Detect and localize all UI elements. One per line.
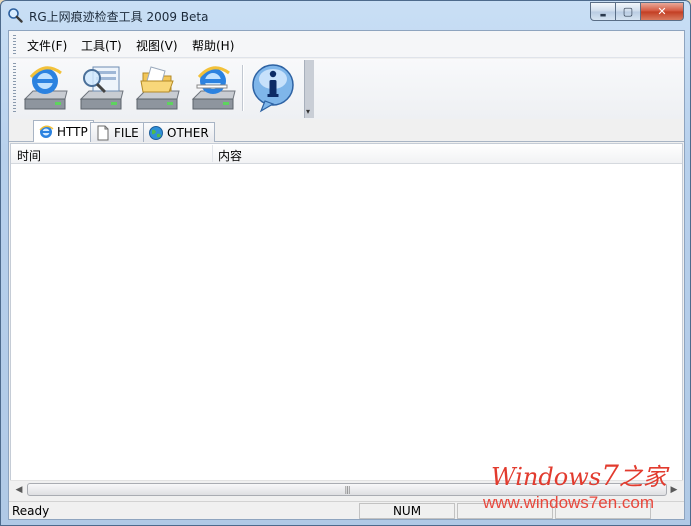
status-bar: Ready NUM [9, 501, 684, 519]
tab-file[interactable]: FILE [90, 122, 145, 142]
toolbar-folder-button[interactable] [131, 61, 183, 115]
menu-file[interactable]: 文件(F) [27, 37, 67, 54]
folder-drive-icon [135, 66, 180, 110]
toolbar-separator [242, 65, 243, 111]
tab-strip: HTTP FILE OTHER [9, 120, 684, 142]
num-lock-indicator: NUM [392, 504, 422, 518]
maximize-button[interactable]: ▢ [616, 2, 641, 21]
horizontal-scrollbar[interactable]: ◀ ||| ▶ [10, 480, 683, 497]
status-pane-empty [457, 503, 553, 519]
list-header: 时间 内容 [11, 144, 682, 164]
toolbar-overflow-button[interactable]: ▾ [304, 60, 314, 118]
menu-tools[interactable]: 工具(T) [81, 37, 122, 54]
status-text: Ready [12, 504, 50, 518]
chevron-down-icon: ▾ [306, 107, 311, 116]
menu-help[interactable]: 帮助(H) [192, 37, 234, 54]
scroll-right-button[interactable]: ▶ [666, 483, 682, 496]
globe-icon [149, 125, 163, 140]
results-list[interactable]: 时间 内容 [10, 143, 683, 497]
scroll-thumb[interactable]: ||| [27, 483, 667, 496]
magnifier-app-icon[interactable] [7, 7, 23, 23]
tab-other[interactable]: OTHER [143, 122, 215, 142]
menu-bar: 文件(F) 工具(T) 视图(V) 帮助(H) [9, 31, 684, 58]
toolbar-http-scan-button[interactable] [19, 61, 71, 115]
app-window: RG上网痕迹检查工具 2009 Beta ▬ ▢ ✕ 文件(F) 工具(T) 视… [0, 0, 691, 526]
close-icon: ✕ [657, 5, 667, 18]
grip-icon: ||| [344, 485, 350, 494]
status-num-pane: NUM [359, 503, 455, 519]
toolbar-grip[interactable] [13, 63, 16, 113]
window-controls: ▬ ▢ ✕ [590, 2, 684, 21]
toolbar: ▾ [9, 59, 684, 119]
close-button[interactable]: ✕ [641, 2, 684, 21]
tab-file-label: FILE [114, 125, 139, 140]
arrow-right-icon: ▶ [670, 484, 678, 495]
tab-http-label: HTTP [57, 124, 88, 139]
minimize-button[interactable]: ▬ [590, 2, 616, 21]
menu-grip[interactable] [13, 35, 16, 54]
toolbar-search-button[interactable] [75, 61, 127, 115]
toolbar-cleanup-button[interactable] [187, 61, 239, 115]
minimize-icon: ▬ [599, 10, 607, 19]
status-pane-empty-2 [555, 503, 651, 519]
arrow-left-icon: ◀ [15, 484, 23, 495]
ie-cleanup-drive-icon [191, 66, 236, 110]
column-divider[interactable] [212, 145, 213, 162]
window-title: RG上网痕迹检查工具 2009 Beta [29, 10, 209, 24]
info-icon [252, 64, 294, 113]
ie-drive-icon [23, 66, 68, 110]
scroll-left-button[interactable]: ◀ [11, 483, 27, 496]
menu-view[interactable]: 视图(V) [136, 37, 178, 54]
toolbar-about-button[interactable] [247, 61, 299, 115]
maximize-icon: ▢ [622, 5, 634, 18]
ie-icon [39, 125, 54, 138]
tab-http[interactable]: HTTP [33, 120, 94, 142]
column-header-content[interactable]: 内容 [218, 147, 242, 164]
search-drive-icon [79, 66, 124, 110]
column-header-time[interactable]: 时间 [17, 147, 41, 164]
title-bar[interactable]: RG上网痕迹检查工具 2009 Beta ▬ ▢ ✕ [1, 1, 690, 29]
client-area: 文件(F) 工具(T) 视图(V) 帮助(H) ▾ HTTP FILE OTHE… [8, 30, 685, 520]
tab-other-label: OTHER [167, 125, 209, 140]
file-icon [97, 125, 109, 140]
